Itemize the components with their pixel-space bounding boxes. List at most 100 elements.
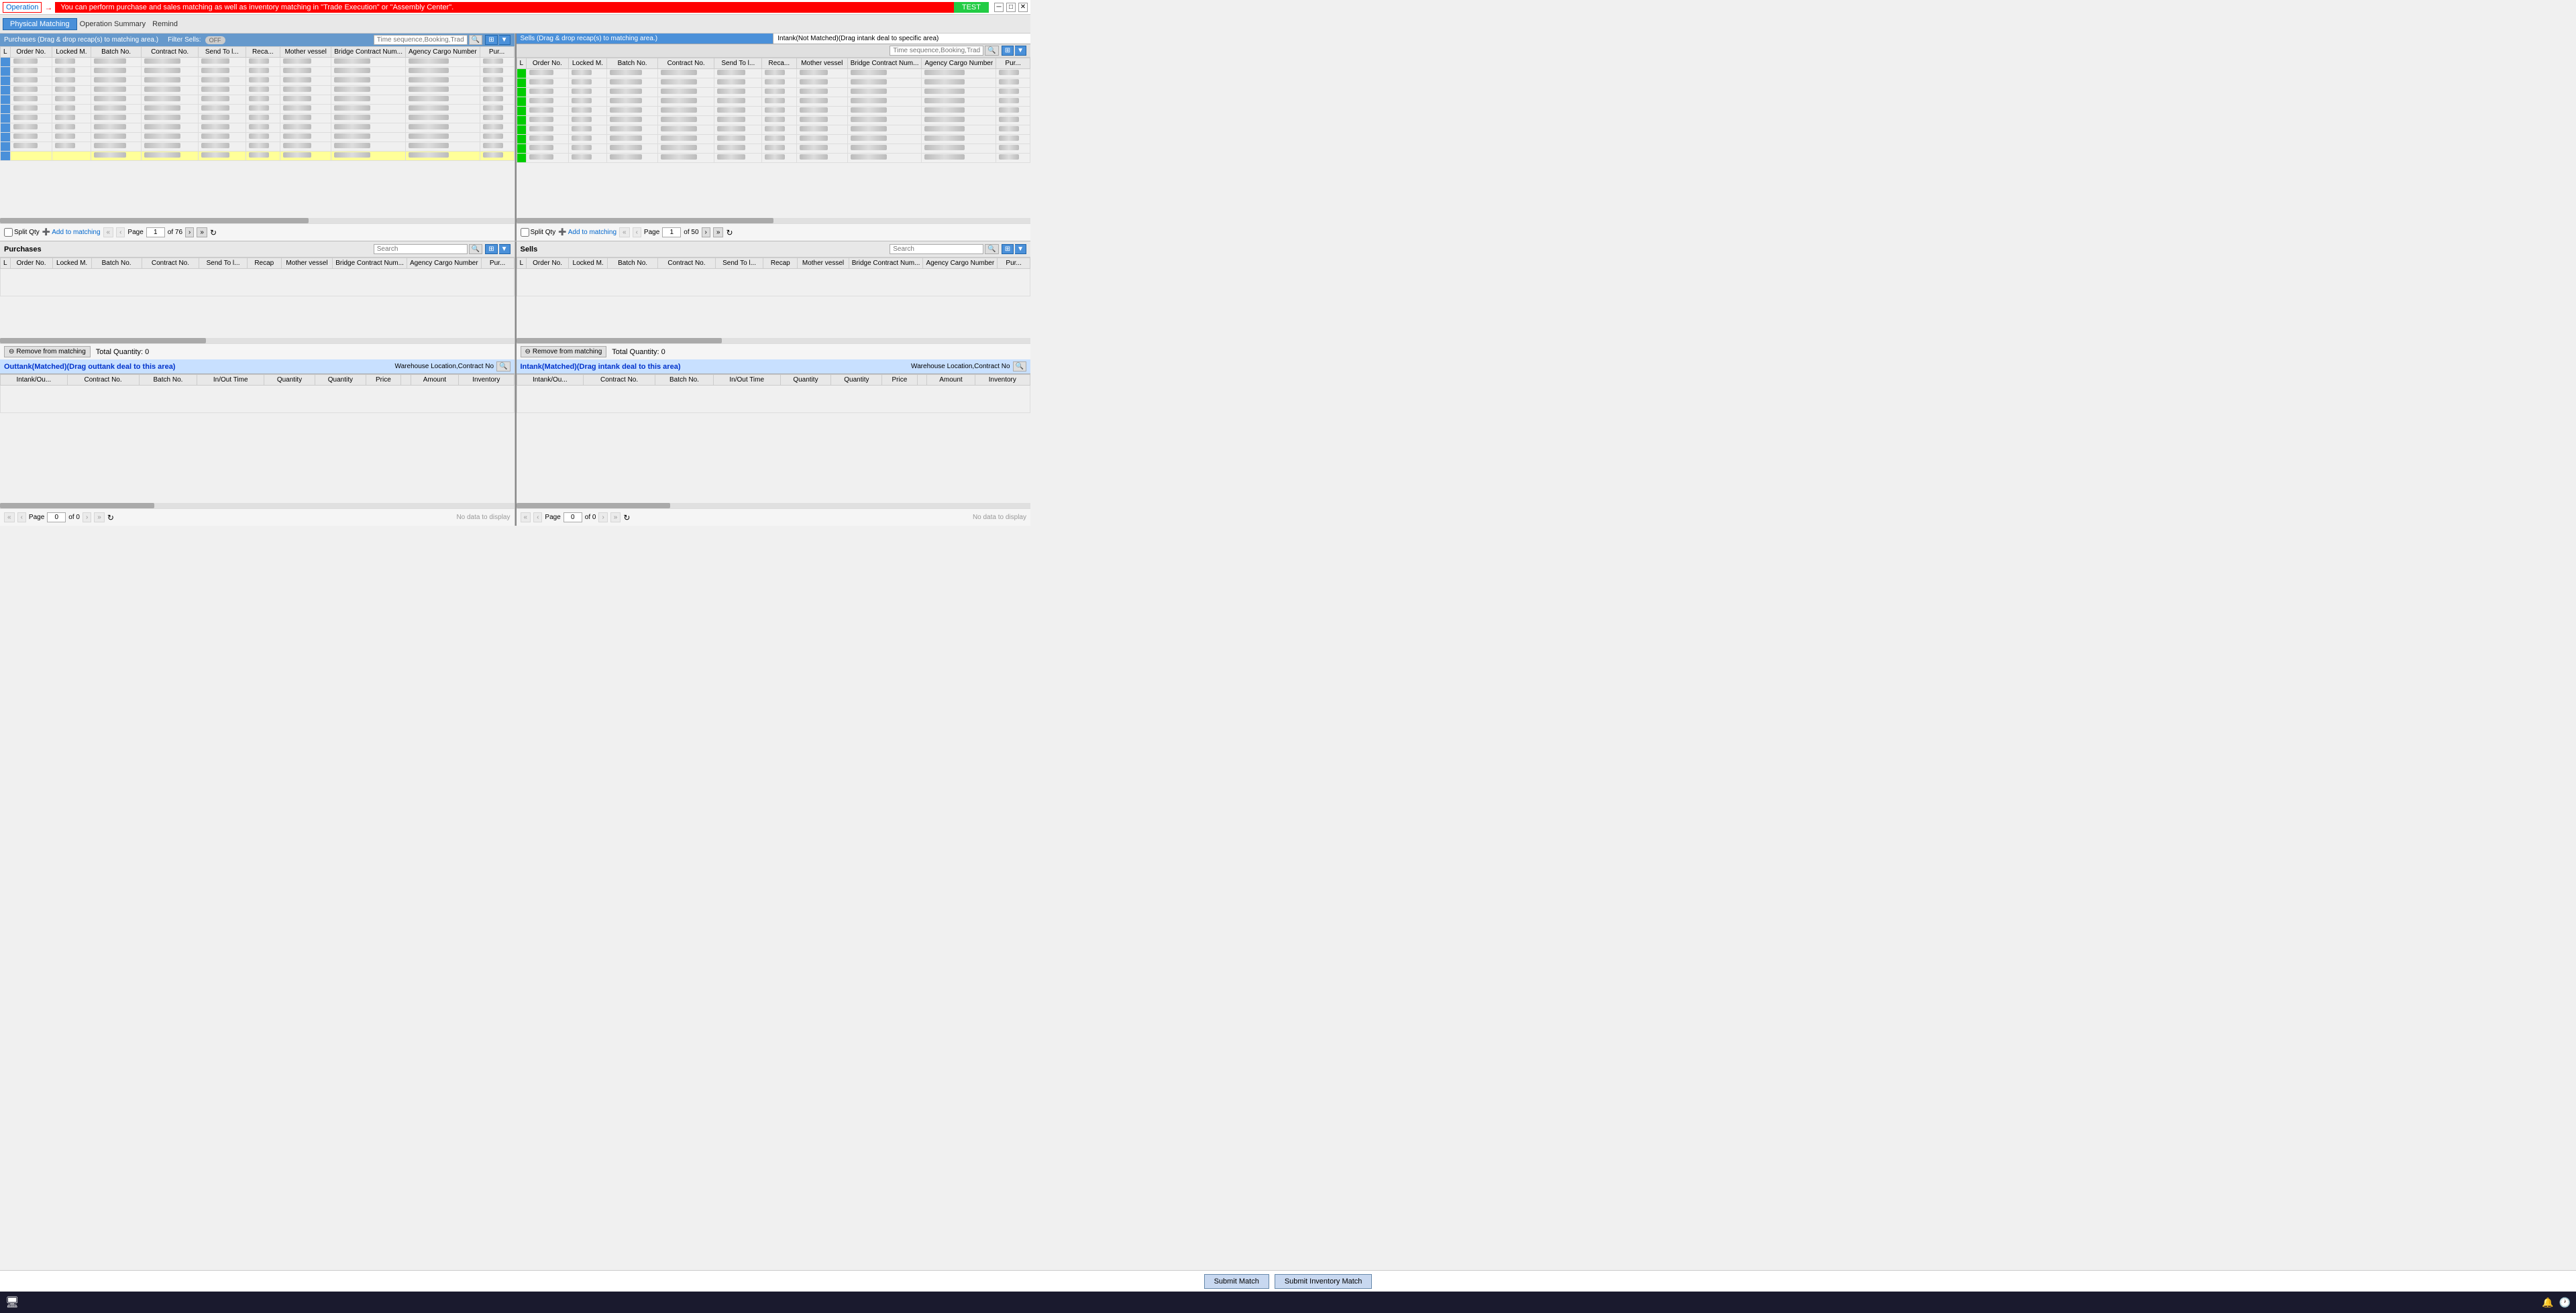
- sells-split-qty-checkbox[interactable]: [521, 228, 529, 237]
- intank-prev-btn[interactable]: ‹: [533, 512, 542, 522]
- outtank-refresh-btn[interactable]: ↻: [107, 513, 114, 522]
- filter-toggle[interactable]: OFF: [205, 36, 225, 44]
- sells-matching-search-btn[interactable]: 🔍: [985, 244, 998, 254]
- next-page-btn[interactable]: ›: [185, 227, 194, 237]
- split-qty-checkbox[interactable]: [4, 228, 13, 237]
- purchases-remove-btn[interactable]: ⊖ Remove from matching: [4, 346, 91, 357]
- outtank-page-input[interactable]: [47, 512, 66, 522]
- sells-top-row[interactable]: [517, 135, 1030, 144]
- sells-dropdown-btn[interactable]: ▼: [1015, 46, 1026, 56]
- purchases-grid-btn[interactable]: ⊞: [485, 35, 497, 45]
- intank-page-input[interactable]: [564, 512, 582, 522]
- tab-remind[interactable]: Remind: [152, 20, 178, 28]
- purchases-hscroll[interactable]: [0, 218, 515, 223]
- sells-top-row[interactable]: [517, 125, 1030, 135]
- sells-plus-icon: ➕: [558, 229, 566, 236]
- intank-last-btn[interactable]: »: [610, 512, 621, 522]
- sells-top-row[interactable]: [517, 154, 1030, 163]
- test-button[interactable]: TEST: [954, 2, 989, 13]
- tab-operation-summary[interactable]: Operation Summary: [80, 20, 146, 28]
- page-input[interactable]: [146, 227, 165, 237]
- sm-col-l: L: [517, 258, 527, 269]
- purchases-top-row[interactable]: [1, 114, 515, 123]
- sells-search-btn[interactable]: 🔍: [985, 46, 998, 56]
- sells-hscroll[interactable]: [517, 218, 1031, 223]
- sells-grid-btn[interactable]: ⊞: [1002, 46, 1014, 56]
- purchases-matching-search-input[interactable]: [374, 244, 468, 254]
- sells-matching-hscroll[interactable]: [517, 338, 1031, 343]
- purchases-top-row[interactable]: [1, 95, 515, 105]
- intank-refresh-btn[interactable]: ↻: [623, 513, 630, 522]
- sells-table-container: L Order No. Locked M. Batch No. Contract…: [517, 58, 1031, 218]
- sells-refresh-btn[interactable]: ↻: [726, 228, 733, 237]
- sells-page-input[interactable]: [662, 227, 681, 237]
- prev-page-btn[interactable]: ‹: [116, 227, 125, 237]
- outtank-next-btn[interactable]: ›: [83, 512, 91, 522]
- purchases-matching-search-btn[interactable]: 🔍: [469, 244, 482, 254]
- purchases-top-row[interactable]: [1, 152, 515, 161]
- restore-icon[interactable]: □: [1006, 3, 1016, 12]
- ot-col-inout: In/Out Time: [197, 375, 264, 386]
- pm-col-contract: Contract No.: [142, 258, 199, 269]
- purchases-dropdown-btn[interactable]: ▼: [499, 35, 511, 45]
- purchases-matching-hscroll[interactable]: [0, 338, 515, 343]
- sells-prev-page-btn[interactable]: ‹: [633, 227, 641, 237]
- intank-header: Intank(Matched)(Drag intank deal to this…: [517, 359, 1031, 374]
- notification-icon[interactable]: 🔔: [2542, 1297, 2553, 1308]
- tab-physical-matching[interactable]: Physical Matching: [3, 18, 77, 30]
- purchases-search-input[interactable]: [374, 35, 468, 45]
- purchases-search-btn[interactable]: 🔍: [469, 35, 482, 45]
- purchases-matching-dropdown-btn[interactable]: ▼: [499, 244, 511, 254]
- sells-top-row[interactable]: [517, 116, 1030, 125]
- purchases-top-row[interactable]: [1, 67, 515, 76]
- sells-add-to-matching-btn[interactable]: ➕ Add to matching: [558, 229, 616, 236]
- purchases-remove-bar: ⊖ Remove from matching Total Quantity: 0: [0, 343, 515, 359]
- purchases-top-row[interactable]: [1, 86, 515, 95]
- sells-top-row[interactable]: [517, 78, 1030, 88]
- purchases-top-row[interactable]: [1, 133, 515, 142]
- col-agency-cargo: Agency Cargo Number: [405, 47, 480, 58]
- sells-search-input[interactable]: [890, 46, 983, 56]
- outtank-first-btn[interactable]: «: [4, 512, 15, 522]
- first-page-btn[interactable]: «: [103, 227, 114, 237]
- submit-match-btn[interactable]: Submit Match: [1204, 1274, 1269, 1289]
- submit-inventory-match-btn[interactable]: Submit Inventory Match: [1275, 1274, 1373, 1289]
- sells-matching-grid-btn[interactable]: ⊞: [1002, 244, 1014, 254]
- split-qty-check[interactable]: Split Qty: [4, 228, 40, 237]
- sells-remove-btn[interactable]: ⊖ Remove from matching: [521, 346, 607, 357]
- sells-top-row[interactable]: [517, 69, 1030, 78]
- sells-matching-dropdown-btn[interactable]: ▼: [1015, 244, 1026, 254]
- warehouse-filter-btn[interactable]: 🔍: [496, 361, 510, 372]
- sells-last-page-btn[interactable]: »: [713, 227, 724, 237]
- sm-col-contract: Contract No.: [658, 258, 716, 269]
- taskbar-icon[interactable]: 🖥: [5, 1296, 19, 1309]
- intank-hscroll[interactable]: [517, 503, 1031, 508]
- add-to-matching-btn[interactable]: ➕ Add to matching: [42, 229, 101, 236]
- outtank-hscroll[interactable]: [0, 503, 515, 508]
- minimize-icon[interactable]: ─: [994, 3, 1004, 12]
- sells-top-row[interactable]: [517, 88, 1030, 97]
- purchases-top-row[interactable]: [1, 105, 515, 114]
- intank-next-btn[interactable]: ›: [598, 512, 607, 522]
- outtank-last-btn[interactable]: »: [94, 512, 105, 522]
- intank-first-btn[interactable]: «: [521, 512, 531, 522]
- sells-next-page-btn[interactable]: ›: [702, 227, 710, 237]
- purchases-matching-grid-btn[interactable]: ⊞: [485, 244, 497, 254]
- page-of-label: of 76: [168, 229, 182, 236]
- purchases-top-row[interactable]: [1, 76, 515, 86]
- purchases-top-row[interactable]: [1, 123, 515, 133]
- sells-top-row[interactable]: [517, 144, 1030, 154]
- sells-top-row[interactable]: [517, 97, 1030, 107]
- sells-top-row[interactable]: [517, 107, 1030, 116]
- sells-first-page-btn[interactable]: «: [619, 227, 630, 237]
- purchases-top-row[interactable]: [1, 58, 515, 67]
- filter-sells-label: Filter Sells:: [168, 36, 201, 44]
- refresh-btn[interactable]: ↻: [210, 228, 217, 237]
- outtank-prev-btn[interactable]: ‹: [17, 512, 26, 522]
- last-page-btn[interactable]: »: [197, 227, 207, 237]
- sells-split-qty-check[interactable]: Split Qty: [521, 228, 556, 237]
- warehouse-filter-right-btn[interactable]: 🔍: [1013, 361, 1026, 372]
- purchases-top-row[interactable]: [1, 142, 515, 152]
- sells-matching-search-input[interactable]: [890, 244, 983, 254]
- close-icon[interactable]: ✕: [1018, 3, 1028, 12]
